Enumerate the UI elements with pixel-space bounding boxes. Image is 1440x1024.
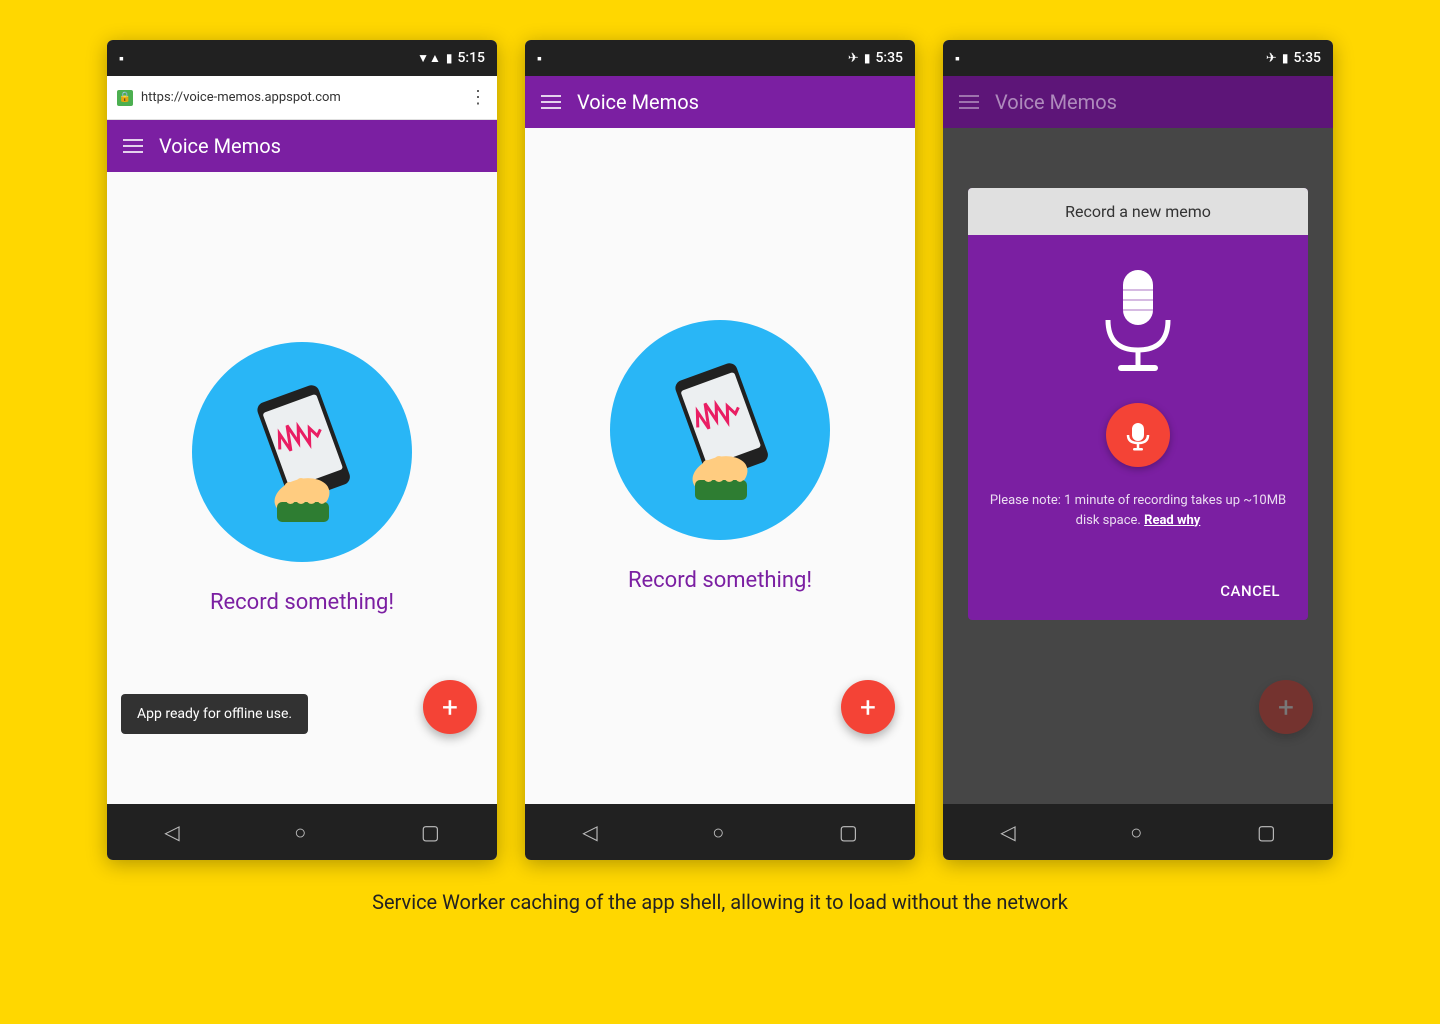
- url-text: https://voice-memos.appspot.com: [141, 90, 341, 105]
- status-time-1: 5:15: [457, 50, 485, 66]
- dialog-title: Record a new memo: [1065, 202, 1211, 221]
- phone-3: ▪ ✈ ▮ 5:35 Voice Memos Record a new m: [943, 40, 1333, 860]
- mic-icon-large: [1093, 265, 1183, 379]
- nav-bar-3: ◁ ○ ▢: [943, 804, 1333, 860]
- status-left-3: ▪: [955, 50, 960, 67]
- dialog-body: Please note: 1 minute of recording takes…: [968, 235, 1308, 566]
- hamburger-2[interactable]: [541, 95, 561, 109]
- dialog-note: Please note: 1 minute of recording takes…: [988, 491, 1288, 530]
- app-title-1: Voice Memos: [159, 134, 281, 158]
- status-icons-1: ▼▲ ▮ 5:15: [417, 50, 485, 66]
- lock-icon: 🔒: [117, 90, 133, 106]
- fab-2[interactable]: +: [841, 680, 895, 734]
- sim-icon-3: ▪: [955, 50, 960, 67]
- status-time-2: 5:35: [875, 50, 903, 66]
- app-content-1: Record something! App ready for offline …: [107, 172, 497, 804]
- mic-btn-svg: [1122, 419, 1154, 451]
- status-bar-2: ▪ ✈ ▮ 5:35: [525, 40, 915, 76]
- status-bar-1: ▪ ▼▲ ▮ 5:15: [107, 40, 497, 76]
- record-button[interactable]: [1106, 403, 1170, 467]
- recent-icon-3[interactable]: ▢: [1257, 820, 1276, 844]
- fab-icon-1: +: [442, 691, 458, 724]
- app-content-3: Record a new memo: [943, 128, 1333, 804]
- battery-icon-1: ▮: [446, 51, 453, 65]
- dialog-title-bar: Record a new memo: [968, 188, 1308, 235]
- fab-icon-2: +: [860, 691, 876, 724]
- nav-bar-2: ◁ ○ ▢: [525, 804, 915, 860]
- back-icon-1[interactable]: ◁: [164, 820, 179, 844]
- dialog-actions: CANCEL: [968, 566, 1308, 620]
- hamburger-1[interactable]: [123, 139, 143, 153]
- battery-icon-3: ▮: [1282, 51, 1289, 65]
- home-icon-3[interactable]: ○: [1130, 820, 1142, 845]
- app-header-3: Voice Memos: [943, 76, 1333, 128]
- sim-icon-1: ▪: [119, 50, 124, 67]
- record-text-2: Record something!: [628, 568, 812, 593]
- phones-container: ▪ ▼▲ ▮ 5:15 🔒 https://voice-memos.appspo…: [60, 40, 1380, 860]
- caption: Service Worker caching of the app shell,…: [372, 888, 1068, 916]
- home-icon-1[interactable]: ○: [294, 820, 306, 845]
- status-left-2: ▪: [537, 50, 542, 67]
- recent-icon-1[interactable]: ▢: [421, 820, 440, 844]
- read-why-link[interactable]: Read why: [1144, 513, 1200, 528]
- sim-icon-2: ▪: [537, 50, 542, 67]
- illustration-circle-2: [610, 320, 830, 540]
- dialog-overlay: Record a new memo: [943, 128, 1333, 804]
- status-time-3: 5:35: [1293, 50, 1321, 66]
- app-header-2: Voice Memos: [525, 76, 915, 128]
- cancel-button[interactable]: CANCEL: [1208, 574, 1292, 608]
- browser-menu-dots[interactable]: ⋮: [469, 87, 487, 108]
- app-content-2: Record something! +: [525, 128, 915, 804]
- phone-1: ▪ ▼▲ ▮ 5:15 🔒 https://voice-memos.appspo…: [107, 40, 497, 860]
- back-icon-2[interactable]: ◁: [582, 820, 597, 844]
- browser-bar: 🔒 https://voice-memos.appspot.com ⋮: [107, 76, 497, 120]
- airplane-icon-3: ✈: [1266, 51, 1277, 66]
- status-bar-3: ▪ ✈ ▮ 5:35: [943, 40, 1333, 76]
- browser-url[interactable]: https://voice-memos.appspot.com: [141, 90, 461, 105]
- nav-bar-1: ◁ ○ ▢: [107, 804, 497, 860]
- app-title-2: Voice Memos: [577, 90, 699, 114]
- illustration-circle-1: [192, 342, 412, 562]
- note-text: Please note: 1 minute of recording takes…: [990, 493, 1286, 528]
- phone-svg-2: [640, 350, 800, 510]
- status-left-1: ▪: [119, 50, 124, 67]
- status-icons-3: ✈ ▮ 5:35: [1266, 50, 1321, 66]
- phone-svg-1: [222, 372, 382, 532]
- record-dialog: Record a new memo: [968, 188, 1308, 620]
- snackbar: App ready for offline use.: [121, 694, 308, 734]
- microphone-svg: [1093, 265, 1183, 375]
- airplane-icon-2: ✈: [848, 51, 859, 66]
- back-icon-3[interactable]: ◁: [1000, 820, 1015, 844]
- battery-icon-2: ▮: [864, 51, 871, 65]
- status-icons-2: ✈ ▮ 5:35: [848, 50, 903, 66]
- snackbar-text: App ready for offline use.: [137, 706, 292, 722]
- wifi-icon-1: ▼▲: [417, 51, 441, 65]
- record-text-1: Record something!: [210, 590, 394, 615]
- home-icon-2[interactable]: ○: [712, 820, 724, 845]
- recent-icon-2[interactable]: ▢: [839, 820, 858, 844]
- phone-2: ▪ ✈ ▮ 5:35 Voice Memos: [525, 40, 915, 860]
- hamburger-3: [959, 95, 979, 109]
- app-title-3: Voice Memos: [995, 90, 1117, 114]
- app-header-1: Voice Memos: [107, 120, 497, 172]
- fab-1[interactable]: +: [423, 680, 477, 734]
